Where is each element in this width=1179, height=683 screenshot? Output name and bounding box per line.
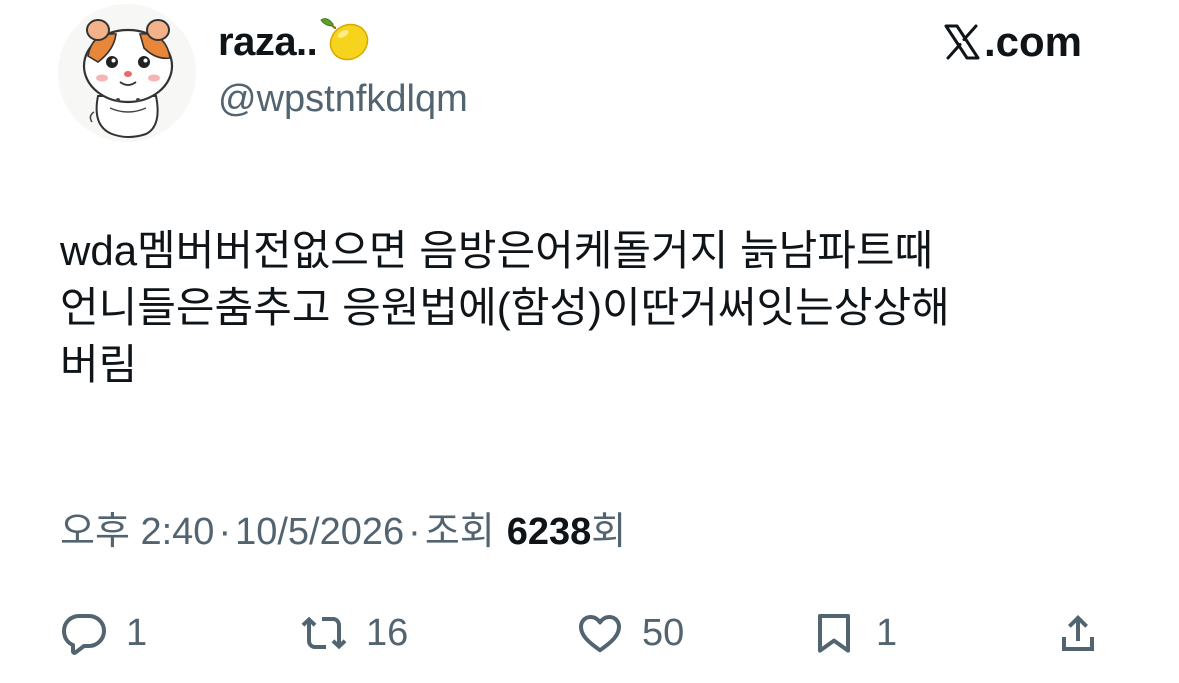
bookmark-button[interactable]: 1	[810, 598, 897, 668]
action-bar: 1 16 50 1	[0, 598, 1179, 668]
meta-separator: ·	[408, 511, 421, 553]
share-icon	[1062, 615, 1094, 651]
bookmark-count: 1	[876, 611, 898, 654]
like-button[interactable]: 50	[576, 598, 684, 668]
meta-separator: ·	[218, 511, 232, 553]
retweet-count: 16	[366, 611, 409, 654]
retweet-button[interactable]: 16	[300, 598, 408, 668]
reply-button[interactable]: 1	[60, 598, 147, 668]
tweet-text-line: wda멤버버전없으면 음방은어케돌거지 늙남파트때	[60, 227, 934, 274]
tweet-time[interactable]: 오후 2:40	[60, 500, 214, 555]
avatar[interactable]	[58, 4, 196, 142]
tweet-text: wda멤버버전없으면 음방은어케돌거지 늙남파트때 언니들은춤추고 응원법에(함…	[60, 222, 1140, 393]
tweet-text-line: 언니들은춤추고 응원법에(함성)이딴거써잇는상상해	[60, 284, 950, 331]
hamster-avatar-icon	[58, 4, 196, 142]
like-count: 50	[642, 611, 685, 654]
source-label: .com	[942, 18, 1082, 66]
reply-count: 1	[126, 611, 148, 654]
tweet-date[interactable]: 10/5/2026	[235, 511, 404, 554]
author-handle[interactable]: @wpstnfkdlqm	[218, 78, 468, 121]
x-logo-icon	[942, 22, 982, 62]
display-name-text: raza..	[218, 19, 318, 64]
reply-icon	[62, 614, 106, 655]
share-button[interactable]	[1054, 598, 1102, 668]
retweet-icon	[301, 616, 347, 650]
display-name[interactable]: raza..	[218, 18, 373, 66]
views-label: 조회	[424, 511, 495, 553]
lemon-icon	[319, 12, 373, 66]
views-count: 6238	[506, 511, 592, 553]
views-suffix: 회	[591, 511, 627, 553]
heart-icon	[579, 615, 621, 653]
source-domain-text: .com	[984, 18, 1083, 65]
bookmark-icon	[818, 614, 850, 653]
tweet-text-line: 버림	[60, 341, 138, 388]
tweet-meta: 오후 2:40 · 10/5/2026 · 조회 6238 회	[60, 500, 626, 555]
